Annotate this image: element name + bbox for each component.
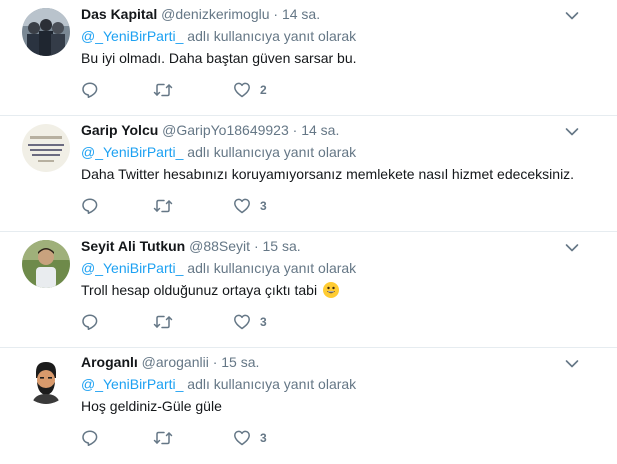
heart-icon — [233, 81, 251, 99]
tweet[interactable]: Garip Yolcu @GaripYo18649923 · 14 sa. @_… — [0, 116, 617, 232]
tweet-actions: 3 — [81, 312, 267, 332]
separator-dot: · — [292, 122, 298, 138]
display-name[interactable]: Aroganlı — [81, 354, 138, 370]
reply-context-label: adlı kullanıcıya yanıt olarak — [183, 376, 357, 392]
separator-dot: · — [273, 6, 279, 22]
like-button[interactable]: 3 — [233, 197, 267, 215]
reply-context: @_YeniBirParti_ adlı kullanıcıya yanıt o… — [81, 26, 577, 46]
tweet-actions: 3 — [81, 196, 267, 216]
tweet-header: Garip Yolcu @GaripYo18649923 · 14 sa. — [81, 120, 577, 140]
reply-button[interactable] — [81, 429, 153, 447]
timestamp[interactable]: 14 sa. — [282, 6, 320, 22]
mention-link[interactable]: @_YeniBirParti_ — [81, 144, 183, 160]
grinning-face-emoji — [322, 282, 339, 298]
like-count: 3 — [260, 431, 267, 445]
user-handle[interactable]: @aroganlii — [142, 354, 209, 370]
reply-context: @_YeniBirParti_ adlı kullanıcıya yanıt o… — [81, 142, 577, 162]
like-button[interactable]: 3 — [233, 313, 267, 331]
reply-icon — [81, 313, 99, 331]
reply-context: @_YeniBirParti_ adlı kullanıcıya yanıt o… — [81, 374, 577, 394]
reply-context-label: adlı kullanıcıya yanıt olarak — [183, 260, 357, 276]
separator-dot: · — [253, 238, 259, 254]
heart-icon — [233, 197, 251, 215]
timestamp[interactable]: 15 sa. — [263, 238, 301, 254]
reply-context: @_YeniBirParti_ adlı kullanıcıya yanıt o… — [81, 258, 577, 278]
tweet-text: Bu iyi olmadı. Daha baştan güven sarsar … — [81, 50, 357, 66]
retweet-button[interactable] — [153, 197, 233, 215]
retweet-icon — [153, 313, 173, 331]
reply-context-label: adlı kullanıcıya yanıt olarak — [183, 28, 357, 44]
user-handle[interactable]: @88Seyit — [189, 238, 250, 254]
retweet-icon — [153, 197, 173, 215]
chevron-down-icon[interactable] — [565, 356, 579, 374]
mention-link[interactable]: @_YeniBirParti_ — [81, 376, 183, 392]
tweet-actions: 2 — [81, 80, 267, 100]
separator-dot: · — [212, 354, 218, 370]
tweet-text-body: Troll hesap olduğunuz ortaya çıktı tabi — [81, 282, 318, 298]
tweet-actions: 3 — [81, 428, 267, 448]
user-handle[interactable]: @denizkerimoglu — [161, 6, 269, 22]
display-name[interactable]: Das Kapital — [81, 6, 157, 22]
reply-icon — [81, 429, 99, 447]
like-count: 3 — [260, 315, 267, 329]
tweet[interactable]: Aroganlı @aroganlii · 15 sa. @_YeniBirPa… — [0, 348, 617, 464]
mention-link[interactable]: @_YeniBirParti_ — [81, 260, 183, 276]
heart-icon — [233, 313, 251, 331]
reply-context-label: adlı kullanıcıya yanıt olarak — [183, 144, 357, 160]
like-button[interactable]: 2 — [233, 81, 267, 99]
tweet[interactable]: Seyit Ali Tutkun @88Seyit · 15 sa. @_Yen… — [0, 232, 617, 348]
tweet-text: Hoş geldiniz-Güle güle — [81, 398, 222, 414]
tweet-text: Daha Twitter hesabınızı koruyamıyorsanız… — [81, 166, 575, 182]
reply-button[interactable] — [81, 197, 153, 215]
retweet-button[interactable] — [153, 81, 233, 99]
tweet[interactable]: Das Kapital @denizkerimoglu · 14 sa. @_Y… — [0, 0, 617, 116]
chevron-down-icon[interactable] — [565, 240, 579, 258]
chevron-down-icon[interactable] — [565, 124, 579, 142]
reply-button[interactable] — [81, 81, 153, 99]
reply-feed: Das Kapital @denizkerimoglu · 14 sa. @_Y… — [0, 0, 617, 464]
tweet-header: Seyit Ali Tutkun @88Seyit · 15 sa. — [81, 236, 577, 256]
tweet-header: Das Kapital @denizkerimoglu · 14 sa. — [81, 4, 577, 24]
heart-icon — [233, 429, 251, 447]
reply-icon — [81, 197, 99, 215]
retweet-icon — [153, 429, 173, 447]
retweet-button[interactable] — [153, 313, 233, 331]
tweet-content: Aroganlı @aroganlii · 15 sa. @_YeniBirPa… — [81, 352, 577, 416]
reply-icon — [81, 81, 99, 99]
timestamp[interactable]: 14 sa. — [301, 122, 339, 138]
retweet-button[interactable] — [153, 429, 233, 447]
tweet-content: Das Kapital @denizkerimoglu · 14 sa. @_Y… — [81, 4, 577, 68]
like-button[interactable]: 3 — [233, 429, 267, 447]
avatar[interactable] — [22, 356, 70, 404]
like-count: 3 — [260, 199, 267, 213]
like-count: 2 — [260, 83, 267, 97]
tweet-header: Aroganlı @aroganlii · 15 sa. — [81, 352, 577, 372]
avatar[interactable] — [22, 8, 70, 56]
display-name[interactable]: Seyit Ali Tutkun — [81, 238, 185, 254]
tweet-content: Seyit Ali Tutkun @88Seyit · 15 sa. @_Yen… — [81, 236, 577, 300]
avatar[interactable] — [22, 240, 70, 288]
display-name[interactable]: Garip Yolcu — [81, 122, 158, 138]
tweet-content: Garip Yolcu @GaripYo18649923 · 14 sa. @_… — [81, 120, 577, 184]
tweet-text: Troll hesap olduğunuz ortaya çıktı tabi — [81, 280, 577, 300]
retweet-icon — [153, 81, 173, 99]
timestamp[interactable]: 15 sa. — [221, 354, 259, 370]
chevron-down-icon[interactable] — [565, 8, 579, 26]
user-handle[interactable]: @GaripYo18649923 — [162, 122, 289, 138]
mention-link[interactable]: @_YeniBirParti_ — [81, 28, 183, 44]
reply-button[interactable] — [81, 313, 153, 331]
avatar[interactable] — [22, 124, 70, 172]
